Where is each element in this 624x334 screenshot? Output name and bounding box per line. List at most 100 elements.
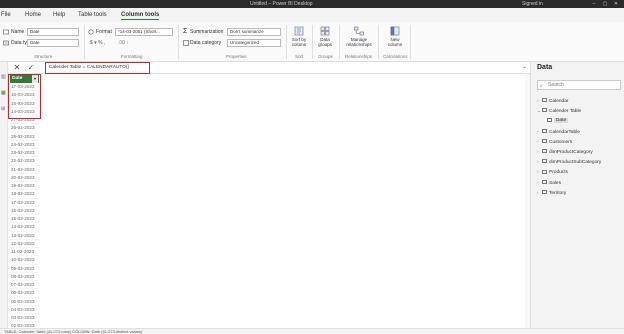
table-icon [542,128,547,133]
table-item[interactable]: › Products [537,167,623,177]
table-icon [542,179,547,184]
new-column-label-2: column [387,42,403,47]
table-row[interactable]: 15-02-2023 [10,215,39,224]
close-icon[interactable]: ✕ [612,1,620,7]
table-row[interactable]: 20-02-2023 [10,174,39,182]
table-row[interactable]: 23-02-2023 [10,149,39,158]
status-bar: TABLE: Calender Table (41,273 rows) COLU… [0,328,624,334]
data-groups-button[interactable]: Data groups [314,24,336,52]
report-view-icon[interactable]: ▥ [1,74,6,80]
decimal-places-icon[interactable]: .00 ↕ [118,40,129,46]
table-row[interactable]: 14-02-2023 [10,223,39,232]
user-name[interactable]: Signed in [522,0,543,8]
table-row[interactable]: 25-02-2023 [10,133,39,141]
structure-group-label: Structure [34,54,53,59]
table-item[interactable]: › Sales [537,178,623,188]
ribbon: Name Date Data type Date Structure Forma… [0,22,624,62]
currency-icon[interactable]: $ ▾ % , [90,40,105,46]
grid-rows: 17-03-2023 16-03-2023 15-03-2023 14-03-2023… [10,83,39,331]
ribbon-separator [84,25,85,59]
field-item[interactable]: Date [537,116,623,126]
data-pane: Data ⌕ Search › Calendar ⌄ Calender Table Da… [530,62,624,328]
calendar-field-icon [547,117,552,122]
tree-item-label: Territory [549,190,567,196]
maximize-icon[interactable]: ▢ [601,1,609,7]
table-row[interactable]: 26-02-2023 [10,124,39,133]
summarization-label: Summarization [190,29,224,35]
table-row[interactable]: 11-02-2023 [10,248,39,257]
table-row[interactable]: 12-02-2023 [10,240,39,248]
table-row[interactable]: 24-02-2023 [10,141,39,149]
data-type-select[interactable]: Date [27,39,79,47]
data-search-input[interactable]: ⌕ Search [537,80,621,90]
commit-formula-icon[interactable]: ✓ [26,63,36,73]
table-item[interactable]: ⌄ Calender Table [537,106,623,116]
sort-label-2: column [291,42,307,47]
table-item[interactable]: › dimProductSubCategory [537,157,623,167]
table-row[interactable]: 13-02-2023 [10,232,39,240]
table-row[interactable]: 17-02-2023 [10,199,39,207]
sigma-icon: Σ [183,28,188,35]
table-item[interactable]: › Customers [537,137,623,147]
name-field[interactable]: Date [27,28,79,36]
table-row[interactable]: 09-02-2023 [10,265,39,273]
sort-by-column-button[interactable]: Sort by column [288,24,310,52]
tree-item-label: Calendar [549,99,569,104]
data-groups-icon [320,26,330,36]
new-column-icon [390,26,400,36]
table-row[interactable]: 18-02-2023 [10,190,39,199]
minimize-icon[interactable]: – [590,1,598,7]
tree-item-label: Calender Table [549,109,582,115]
tree-item-label: Sales [549,180,561,186]
format-icon [88,29,94,35]
table-icon [542,138,547,143]
tab-help[interactable]: Help [53,10,65,20]
table-row[interactable]: 05-02-2023 [10,298,39,306]
formatting-group-label: Formatting [121,54,143,59]
tree-item-label: Customers [549,139,573,145]
table-row[interactable]: 16-02-2023 [10,207,39,215]
format-select[interactable]: *14-03-2001 (Short... [115,28,173,36]
table-row[interactable]: 08-02-2023 [10,273,39,281]
power-bi-window: Untitled – Power BI Desktop Signed in – … [0,0,624,334]
properties-group-label: Properties [226,54,247,59]
table-row[interactable]: 03-02-2023 [10,314,39,323]
table-row[interactable]: 06-02-2023 [10,289,39,298]
tab-home[interactable]: Home [25,10,41,20]
format-label: Format [96,29,112,35]
tree-item-label: CalendarTable [549,129,580,135]
summarization-select[interactable]: Don't summarize [227,28,281,36]
data-tree: › Calendar ⌄ Calender Table Date › CalendarTab… [537,96,623,198]
data-pane-title: Data [537,64,553,71]
tree-item-label: Date [554,118,569,124]
table-row[interactable]: 19-02-2023 [10,182,39,191]
table-row[interactable]: 04-02-2023 [10,306,39,314]
relationships-icon [354,26,364,36]
table-row[interactable]: 21-02-2023 [10,166,39,174]
ribbon-separator [286,25,287,59]
search-icon: ⌕ [540,83,543,89]
table-item[interactable]: › Calendar [537,96,623,106]
expand-formula-icon[interactable]: ⌄ [522,63,527,70]
model-view-icon[interactable]: ⊞ [1,106,5,112]
tab-table-tools[interactable]: Table tools [78,10,107,20]
table-row[interactable]: 22-02-2023 [10,157,39,166]
title-bar: Untitled – Power BI Desktop Signed in – … [0,0,624,8]
formula-input[interactable]: Calender Table = CALENDARAUTO() [45,62,150,74]
relationships-group-label: Relationships [345,54,373,59]
tree-item-label: Products [549,170,568,176]
tab-column-tools[interactable]: Column tools [121,10,160,20]
manage-relationships-button[interactable]: Manage relationships [344,24,374,52]
cancel-formula-icon[interactable]: ✕ [12,63,22,73]
table-item[interactable]: › CalendarTable [537,127,623,137]
new-column-button[interactable]: New column [384,24,406,52]
data-category-select[interactable]: Uncategorized [227,39,281,47]
table-view-icon[interactable]: ▦ [1,90,6,96]
tab-file[interactable]: File [1,10,11,20]
table-row[interactable]: 07-02-2023 [10,281,39,290]
table-item[interactable]: › dimProductCategory [537,147,623,157]
table-row[interactable]: 10-02-2023 [10,256,39,265]
groups-group-label: Groups [318,54,333,59]
ribbon-separator [312,25,313,59]
table-item[interactable]: › Territory [537,188,623,198]
